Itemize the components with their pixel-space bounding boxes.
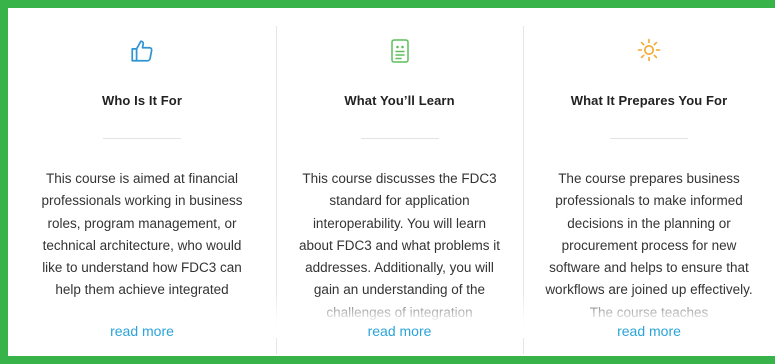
divider-rule <box>103 138 181 139</box>
read-more-link[interactable]: read more <box>523 323 775 339</box>
column-who-is-it-for: Who Is It For This course is aimed at fi… <box>8 8 276 364</box>
sun-icon <box>523 38 775 64</box>
column-body-text: This course is aimed at financial profes… <box>41 171 243 298</box>
column-heading: What It Prepares You For <box>570 93 728 108</box>
column-body-container: This course is aimed at financial profes… <box>8 168 276 338</box>
column-body-container: The course prepares business professiona… <box>523 168 775 338</box>
column-body-container: This course discusses the FDC3 standard … <box>276 168 523 338</box>
read-more-link[interactable]: read more <box>8 323 276 339</box>
divider-rule <box>360 138 439 139</box>
column-what-youll-learn: What You’ll Learn This course discusses … <box>276 8 523 364</box>
column-what-it-prepares-you-for: What It Prepares You For The course prep… <box>523 8 775 364</box>
column-heading: Who Is It For <box>101 93 182 108</box>
read-more-link[interactable]: read more <box>276 323 523 339</box>
divider-rule <box>610 138 688 139</box>
document-icon <box>276 38 523 64</box>
thumbs-up-icon <box>8 38 276 64</box>
course-info-columns: Who Is It For This course is aimed at fi… <box>8 8 775 364</box>
column-heading: What You’ll Learn <box>344 93 455 108</box>
